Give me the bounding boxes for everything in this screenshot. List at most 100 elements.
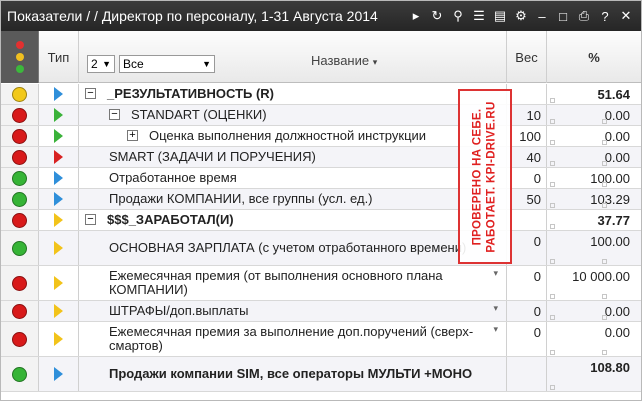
name-cell: Отработанное время [79, 168, 507, 188]
percent-value: 108.80 [590, 360, 630, 375]
name-cell: + Оценка выполнения должностной инструкци… [79, 126, 507, 146]
table-row[interactable]: SMART (ЗАДАЧИ И ПОРУЧЕНИЯ) 40 0.00 [1, 147, 641, 168]
type-cell[interactable] [39, 126, 79, 146]
table-row[interactable]: Продажи компании SIM, все операторы МУЛЬ… [1, 357, 641, 392]
collapse-icon[interactable]: − [109, 109, 120, 120]
print-icon[interactable]: ⎙ [577, 8, 591, 24]
kpi-name[interactable]: Оценка выполнения должностной инструкции [149, 126, 479, 146]
note-marker-icon [602, 259, 607, 264]
search-icon[interactable]: ⚲ [451, 8, 465, 24]
kpi-name[interactable]: Продажи компании SIM, все операторы МУЛЬ… [109, 357, 479, 391]
weight-cell: 0 [507, 266, 547, 300]
window-title: Показатели / / Директор по персоналу, 1-… [7, 8, 378, 24]
percent-value: 0.00 [604, 150, 630, 165]
kpi-name[interactable]: ШТРАФЫ/доп.выплаты [109, 301, 479, 321]
table-row[interactable]: ОСНОВНАЯ ЗАРПЛАТА (с учетом отработанног… [1, 231, 641, 266]
type-cell[interactable] [39, 189, 79, 209]
name-cell: SMART (ЗАДАЧИ И ПОРУЧЕНИЯ) [79, 147, 507, 167]
type-cell[interactable] [39, 322, 79, 356]
filter-select[interactable]: Все ▼ [119, 55, 215, 73]
weight-cell [507, 357, 547, 391]
table-row[interactable]: Ежемесячная премия за выполнение доп.пор… [1, 322, 641, 357]
filter-select-value: Все [123, 57, 144, 71]
percent-value: 0.00 [604, 108, 630, 123]
table-row[interactable]: − STANDART (ОЦЕНКИ) 10 0.00 [1, 105, 641, 126]
help-icon[interactable]: ? [598, 9, 612, 24]
type-cell[interactable] [39, 210, 79, 230]
percent-value: 103.29 [590, 192, 630, 207]
weight-cell: 0 [507, 322, 547, 356]
level-select-value: 2 [91, 57, 98, 71]
kpi-name[interactable]: Ежемесячная премия (от выполнения основн… [109, 266, 479, 300]
weight-cell [507, 84, 547, 104]
row-dropdown-icon[interactable]: ▾ [493, 303, 498, 314]
table-row[interactable]: Ежемесячная премия (от выполнения основн… [1, 266, 641, 301]
collapse-icon[interactable]: − [85, 88, 96, 99]
type-cell[interactable] [39, 105, 79, 125]
close-icon[interactable]: ✕ [619, 8, 633, 24]
kpi-name[interactable]: SMART (ЗАДАЧИ И ПОРУЧЕНИЯ) [109, 147, 479, 167]
table-row[interactable]: Отработанное время 0 100.00 [1, 168, 641, 189]
kpi-name[interactable]: Продажи КОМПАНИИ, все группы (усл. ед.) [109, 189, 479, 209]
note-marker-icon [550, 315, 555, 320]
kpi-name[interactable]: STANDART (ОЦЕНКИ) [131, 105, 479, 125]
type-cell[interactable] [39, 231, 79, 265]
type-cell[interactable] [39, 357, 79, 391]
row-dropdown-icon[interactable]: ▾ [493, 324, 498, 335]
kpi-name[interactable]: Ежемесячная премия за выполнение доп.пор… [109, 322, 479, 356]
type-cell[interactable] [39, 168, 79, 188]
note-marker-icon [550, 119, 555, 124]
note-marker-icon [550, 140, 555, 145]
percent-value: 100.00 [590, 234, 630, 249]
table-row[interactable]: Продажи КОМПАНИИ, все группы (усл. ед.) 5… [1, 189, 641, 210]
maximize-icon[interactable]: □ [556, 9, 570, 24]
export-icon[interactable]: ▤ [493, 8, 507, 24]
name-cell: − $$$_ЗАРАБОТАЛ(И) [79, 210, 507, 230]
status-cell [1, 357, 39, 391]
percent-cell: 108.80 [547, 357, 641, 391]
percent-column-header: % [588, 49, 600, 65]
type-cell[interactable] [39, 266, 79, 300]
type-arrow-icon [54, 241, 63, 255]
name-cell: − _РЕЗУЛЬТАТИВНОСТЬ (R) [79, 84, 507, 104]
expand-icon[interactable]: + [127, 130, 138, 141]
chevron-down-icon: ▼ [202, 59, 211, 69]
weight-cell [507, 210, 547, 230]
row-dropdown-icon[interactable]: ▾ [493, 268, 498, 279]
play-icon[interactable]: ▸ [409, 8, 423, 24]
name-cell: ОСНОВНАЯ ЗАРПЛАТА (с учетом отработанног… [79, 231, 507, 265]
type-arrow-icon [54, 332, 63, 346]
type-cell[interactable] [39, 301, 79, 321]
table-row[interactable]: + Оценка выполнения должностной инструкци… [1, 126, 641, 147]
table-row[interactable]: − _РЕЗУЛЬТАТИВНОСТЬ (R) 51.64 [1, 84, 641, 105]
status-indicator-icon [12, 212, 27, 228]
kpi-name[interactable]: _РЕЗУЛЬТАТИВНОСТЬ (R) [107, 84, 479, 104]
percent-cell: 100.00 [547, 168, 641, 188]
table-row[interactable]: − $$$_ЗАРАБОТАЛ(И) 37.77 [1, 210, 641, 231]
status-indicator-icon [12, 107, 27, 123]
collapse-icon[interactable]: − [85, 214, 96, 225]
note-marker-icon [550, 182, 555, 187]
kpi-name[interactable]: Отработанное время [109, 168, 479, 188]
kpi-name[interactable]: $$$_ЗАРАБОТАЛ(И) [107, 210, 479, 230]
weight-cell: 10 [507, 105, 547, 125]
title-icons: ▸ ↻ ⚲ ☰ ▤ ⚙ – □ ⎙ ? ✕ [409, 1, 633, 31]
level-select[interactable]: 2 ▼ [87, 55, 115, 73]
type-cell[interactable] [39, 147, 79, 167]
list-icon[interactable]: ☰ [472, 8, 486, 24]
table-row[interactable]: ШТРАФЫ/доп.выплаты ▾ 0 0.00 [1, 301, 641, 322]
status-indicator-icon [12, 170, 27, 186]
kpi-name[interactable]: ОСНОВНАЯ ЗАРПЛАТА (с учетом отработанног… [109, 231, 479, 265]
name-column-title[interactable]: Название ▾ [311, 53, 377, 68]
note-marker-icon [550, 161, 555, 166]
percent-cell: 10 000.00 [547, 266, 641, 300]
weight-cell: 0 [507, 168, 547, 188]
percent-cell: 100.00 [547, 231, 641, 265]
refresh-icon[interactable]: ↻ [430, 8, 444, 24]
note-marker-icon [550, 294, 555, 299]
status-indicator-icon [12, 366, 27, 382]
settings-icon[interactable]: ⚙ [514, 8, 528, 24]
type-cell[interactable] [39, 84, 79, 104]
weight-cell: 50 [507, 189, 547, 209]
minimize-icon[interactable]: – [535, 9, 549, 24]
